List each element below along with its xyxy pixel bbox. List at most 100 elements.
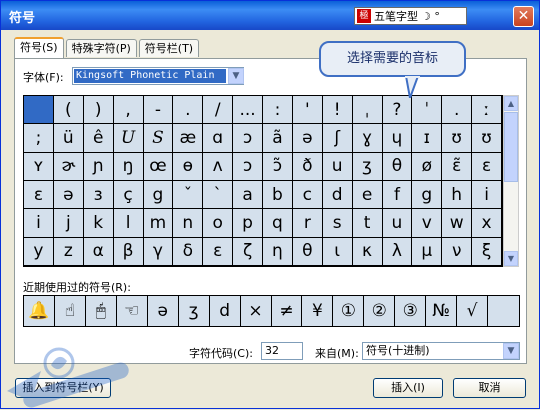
symbol-cell[interactable]: œ [143,152,174,181]
recent-symbol-cell[interactable]: ③ [395,296,427,326]
symbol-cell[interactable]: ɥ [382,124,413,153]
symbol-cell[interactable]: l [113,209,144,238]
symbol-cell[interactable]: æ [173,124,204,153]
symbol-cell[interactable]: f [382,181,413,210]
tab-special-chars[interactable]: 特殊字符(P) [65,39,137,57]
symbol-cell[interactable]: ç [113,181,144,210]
symbol-cell[interactable]: ê [83,124,114,153]
symbol-cell[interactable]: r [292,209,323,238]
symbol-cell[interactable]: ; [24,124,54,153]
symbol-cell[interactable]: q [263,209,293,238]
close-button[interactable]: ✕ [513,6,534,27]
symbol-cell[interactable]: U [113,124,144,153]
symbol-cell[interactable]: ʌ [203,152,234,181]
from-select[interactable]: 符号(十进制) ▼ [362,342,520,360]
symbol-cell[interactable]: λ [382,237,413,266]
symbol-cell[interactable]: u [382,209,413,238]
symbol-cell[interactable]: ɛ [472,152,502,181]
symbol-cell[interactable]: m [143,209,174,238]
symbol-cell[interactable]: ε [203,237,234,266]
recent-symbols-grid[interactable]: 🔔 ☝ 🖱 ☜ ə ʒ d × ≠ ¥ ① ② ③ № √ [23,295,520,327]
symbol-cell[interactable]: μ [412,237,443,266]
symbol-cell[interactable]: u [322,152,353,181]
font-select[interactable]: Kingsoft Phonetic Plain ▼ [72,67,244,85]
symbol-cell[interactable]: ʊ [472,124,502,153]
symbol-cell[interactable]: ? [382,96,413,125]
recent-symbol-cell[interactable]: № [426,296,458,326]
symbol-cell[interactable]: h [442,181,473,210]
symbol-cell[interactable]: з [83,181,114,210]
symbol-cell[interactable]: g [412,181,443,210]
symbol-cell[interactable]: ` [203,181,234,210]
symbol-cell[interactable]: ɔ [233,152,263,181]
symbol-cell[interactable]: ˈ [412,96,443,125]
symbol-cell[interactable]: ø [412,152,443,181]
symbol-cell[interactable]: , [113,96,144,125]
symbol-cell[interactable]: γ [143,237,174,266]
symbol-cell[interactable]: x [472,209,502,238]
symbol-cell[interactable]: g [143,181,174,210]
scroll-thumb[interactable] [504,112,518,182]
tab-symbol-bar[interactable]: 符号栏(T) [138,39,200,57]
symbol-cell[interactable]: ː [472,96,502,125]
symbol-cell[interactable]: α [83,237,114,266]
recent-symbol-cell[interactable]: ʒ [179,296,210,326]
symbol-cell[interactable]: n [173,209,204,238]
chevron-down-icon[interactable]: ▼ [503,343,519,359]
recent-symbol-cell[interactable]: 🔔 [24,296,55,326]
symbol-cell[interactable]: p [233,209,263,238]
cancel-button[interactable]: 取消 [453,378,526,398]
symbol-cell[interactable]: ʏ [24,152,54,181]
recent-symbol-cell[interactable]: ① [333,296,365,326]
recent-symbol-cell[interactable]: 🖱 [86,296,117,326]
symbol-cell[interactable]: ɑ [203,124,234,153]
chevron-down-icon[interactable]: ▼ [228,68,244,84]
symbol-cell[interactable]: w [442,209,473,238]
symbol-cell[interactable]: z [53,237,84,266]
symbol-cell[interactable]: / [203,96,234,125]
symbol-cell[interactable]: ʊ [442,124,473,153]
symbol-cell[interactable]: ζ [233,237,263,266]
char-code-input[interactable]: 32 [261,342,303,360]
ime-status-bar[interactable]: 極 五笔字型 ☽ ° [354,7,467,25]
symbol-grid[interactable]: (), -. /...: '! ˌ? ˈ. ː; ü ê U Sæ ɑ ɔ ã ə ʃ ɣ ɥ ɪ ʊ ʊ ʏ ɚ ɲ ŋ œ ɵ ʌ… [23,95,503,267]
symbol-cell[interactable] [24,96,54,125]
symbol-cell[interactable]: ə [53,181,84,210]
insert-button[interactable]: 插入(I) [373,378,443,398]
symbol-cell[interactable]: - [143,96,174,125]
symbol-cell[interactable]: η [263,237,293,266]
symbol-cell[interactable]: ŋ [113,152,144,181]
symbol-cell[interactable]: ν [442,237,473,266]
symbol-cell[interactable]: θ [382,152,413,181]
ime-mode-icons[interactable]: ☽ ° [421,10,440,23]
symbol-cell[interactable]: ã [263,124,293,153]
symbol-cell[interactable]: ʃ [322,124,353,153]
symbol-cell[interactable]: ð [292,152,323,181]
symbol-cell[interactable]: ˇ [173,181,204,210]
symbol-cell[interactable]: c [292,181,323,210]
symbol-cell[interactable]: t [352,209,383,238]
symbol-cell[interactable]: i [24,209,54,238]
recent-symbol-cell[interactable]: ☜ [117,296,148,326]
symbol-cell[interactable]: y [24,237,54,266]
scroll-up-icon[interactable]: ▲ [504,96,518,111]
symbol-cell[interactable]: ɛ̃ [442,152,473,181]
recent-symbol-cell[interactable]: ≠ [272,296,303,326]
symbol-cell[interactable]: . [442,96,473,125]
insert-to-bar-button[interactable]: 插入到符号栏(Y) [15,378,111,398]
recent-symbol-cell[interactable]: d [210,296,241,326]
recent-symbol-cell[interactable]: ə [148,296,179,326]
symbol-cell[interactable]: ɲ [83,152,114,181]
symbol-cell[interactable]: a [233,181,263,210]
symbol-cell[interactable]: ... [233,96,263,125]
symbol-cell[interactable]: ɚ [53,152,84,181]
recent-symbol-cell[interactable]: ☝ [55,296,86,326]
symbol-grid-scrollbar[interactable]: ▲ ▼ [503,95,519,267]
symbol-cell[interactable]: ɣ [352,124,383,153]
symbol-cell[interactable]: ɪ [412,124,443,153]
symbol-cell[interactable]: ɔ [233,124,263,153]
symbol-cell[interactable]: ü [53,124,84,153]
recent-symbol-cell[interactable]: ¥ [302,296,334,326]
symbol-cell[interactable]: ' [292,96,323,125]
symbol-cell[interactable]: : [263,96,293,125]
